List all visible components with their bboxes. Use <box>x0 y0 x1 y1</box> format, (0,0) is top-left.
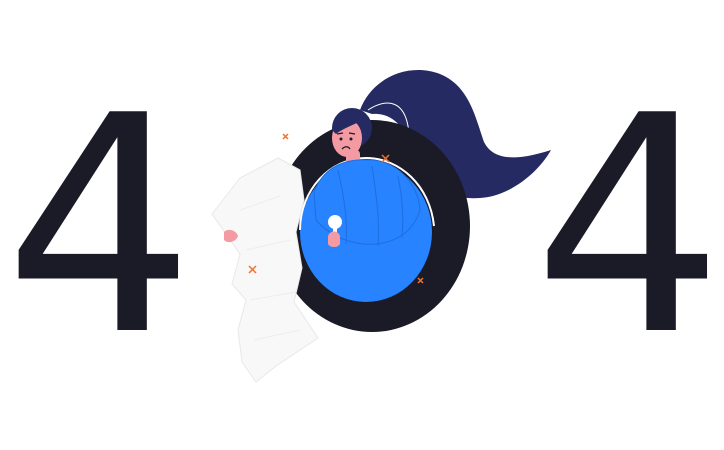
error-digit-right: 4 <box>533 52 724 401</box>
404-illustration: 4 4 <box>4 52 724 401</box>
error-digit-left: 4 <box>4 52 195 401</box>
